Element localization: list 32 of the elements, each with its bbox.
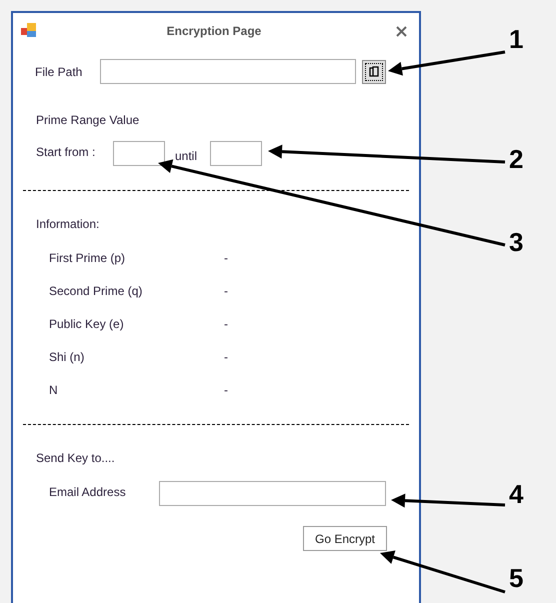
- end-value-field[interactable]: [210, 141, 262, 166]
- info-value: -: [224, 382, 228, 399]
- callout-number: 5: [509, 565, 524, 591]
- go-encrypt-button[interactable]: Go Encrypt: [303, 526, 387, 551]
- info-label: Shi (n): [49, 349, 86, 366]
- info-label: N: [49, 382, 59, 399]
- prime-range-heading: Prime Range Value: [35, 112, 140, 129]
- app-icon: [21, 23, 37, 39]
- close-icon: [396, 26, 406, 36]
- file-path-label: File Path: [35, 64, 84, 80]
- start-value-field[interactable]: [113, 141, 165, 166]
- info-value: -: [224, 316, 228, 333]
- info-value: -: [224, 283, 228, 300]
- info-label: Public Key (e): [49, 316, 125, 333]
- until-label: until: [175, 148, 198, 164]
- file-path-field[interactable]: [100, 59, 356, 84]
- send-key-heading: Send Key to....: [35, 450, 115, 467]
- callout-number: 4: [509, 481, 524, 507]
- information-heading: Information:: [35, 216, 100, 233]
- info-label: First Prime (p): [49, 250, 126, 267]
- window-title: Encryption Page: [166, 23, 262, 40]
- callout-number: 2: [509, 146, 524, 172]
- info-value: -: [224, 250, 228, 267]
- callout-number: 3: [509, 229, 524, 255]
- start-from-label: Start from :: [36, 144, 96, 161]
- info-value: -: [224, 349, 228, 366]
- callout-number: 1: [509, 26, 524, 52]
- browse-button[interactable]: [362, 60, 386, 84]
- email-address-field[interactable]: [159, 481, 386, 506]
- email-address-label: Email Address: [49, 484, 127, 501]
- copy-icon: [369, 66, 379, 77]
- info-label: Second Prime (q): [49, 283, 144, 300]
